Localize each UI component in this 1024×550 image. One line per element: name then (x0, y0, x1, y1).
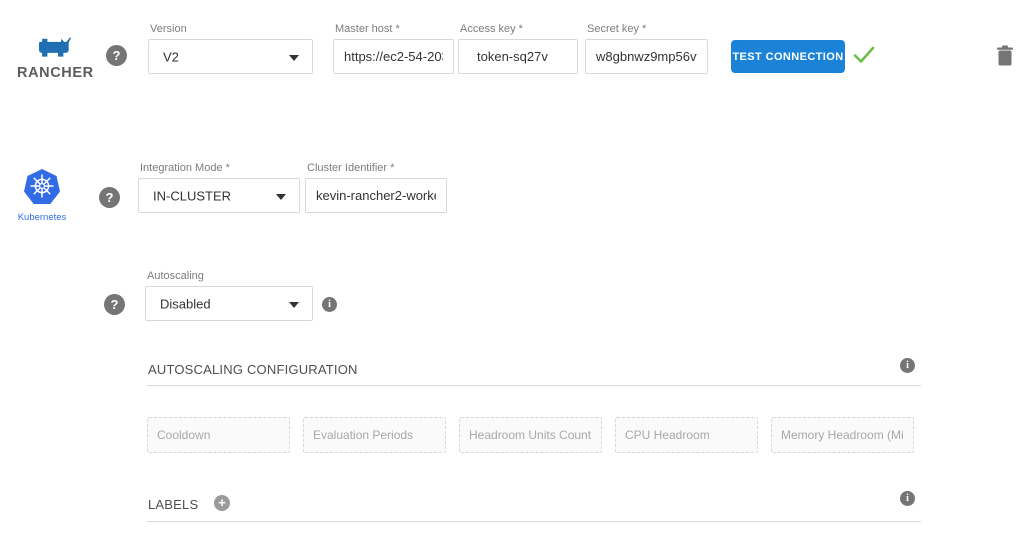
kubernetes-logo: Kubernetes (13, 168, 71, 223)
cluster-identifier-label: Cluster Identifier * (307, 162, 447, 175)
autoscaling-configuration-header: AUTOSCALING CONFIGURATION (148, 362, 358, 377)
integration-mode-select[interactable]: Integration Mode * IN-CLUSTER (138, 162, 300, 213)
autoscaling-select-box[interactable]: Disabled (145, 286, 313, 321)
labels-header: LABELS (148, 497, 198, 512)
chevron-down-icon (289, 55, 299, 61)
integration-settings-page: RANCHER ? Version V2 Master host * Acces… (0, 0, 1024, 550)
rancher-bull-icon (36, 45, 74, 62)
cooldown-input[interactable] (147, 417, 290, 453)
add-label-button[interactable]: + (214, 495, 230, 511)
section-divider (147, 521, 921, 522)
autoscaling-configuration-info-icon[interactable]: i (900, 358, 915, 373)
kubernetes-help-icon[interactable]: ? (99, 187, 120, 208)
master-host-field-group: Master host * (333, 23, 454, 74)
autoscaling-config-fields (147, 417, 914, 453)
rancher-logo: RANCHER (17, 34, 93, 81)
access-key-label: Access key * (460, 23, 578, 36)
integration-mode-select-box[interactable]: IN-CLUSTER (138, 178, 300, 213)
chevron-down-icon (289, 302, 299, 308)
rancher-help-icon[interactable]: ? (106, 45, 127, 66)
master-host-input[interactable] (334, 40, 453, 73)
version-value: V2 (163, 49, 179, 64)
version-select-box[interactable]: V2 (148, 39, 313, 74)
rancher-logo-text: RANCHER (17, 65, 93, 81)
kubernetes-helm-icon (23, 192, 61, 209)
secret-key-label: Secret key * (587, 23, 708, 36)
autoscaling-label: Autoscaling (147, 270, 313, 283)
labels-info-icon[interactable]: i (900, 491, 915, 506)
autoscaling-info-icon[interactable]: i (322, 297, 337, 312)
connection-success-check-icon (852, 45, 876, 70)
memory-headroom-input[interactable] (771, 417, 914, 453)
evaluation-periods-input[interactable] (303, 417, 446, 453)
delete-integration-trash-icon[interactable] (996, 45, 1014, 72)
secret-key-field-group: Secret key * (585, 23, 708, 74)
autoscaling-select[interactable]: Autoscaling Disabled (145, 270, 313, 321)
autoscaling-help-icon[interactable]: ? (104, 294, 125, 315)
version-select[interactable]: Version V2 (148, 23, 313, 74)
integration-mode-label: Integration Mode * (140, 162, 300, 175)
secret-key-input[interactable] (586, 40, 707, 73)
version-label: Version (150, 23, 313, 36)
test-connection-button[interactable]: TEST CONNECTION (731, 40, 845, 73)
access-key-field-group: Access key * (458, 23, 578, 74)
autoscaling-value: Disabled (160, 296, 211, 311)
master-host-label: Master host * (335, 23, 454, 36)
kubernetes-logo-text: Kubernetes (13, 212, 71, 223)
section-divider (147, 385, 921, 386)
chevron-down-icon (276, 194, 286, 200)
cluster-identifier-field-group: Cluster Identifier * (305, 162, 447, 213)
cpu-headroom-input[interactable] (615, 417, 758, 453)
access-key-input[interactable] (459, 40, 577, 73)
integration-mode-value: IN-CLUSTER (153, 188, 231, 203)
headroom-units-count-input[interactable] (459, 417, 602, 453)
cluster-identifier-input[interactable] (306, 179, 446, 212)
